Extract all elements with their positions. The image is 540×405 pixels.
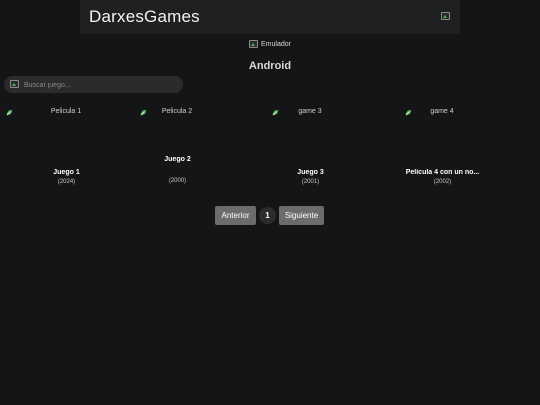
user-avatar-icon[interactable] xyxy=(441,12,450,20)
game-thumbnail[interactable]: game 4 xyxy=(382,108,502,118)
leaf-icon xyxy=(272,109,279,116)
thumbnail-alt-text: game 4 xyxy=(430,108,454,115)
pagination: Anterior 1 Siguiente xyxy=(0,206,540,226)
game-year: (2001) xyxy=(301,179,320,185)
emulator-label: Emulador xyxy=(261,40,291,48)
thumbnail-alt-text: game 3 xyxy=(298,108,322,115)
section-title: Android xyxy=(248,60,292,72)
emulator-icon xyxy=(249,40,259,48)
brand-title[interactable]: DarxesGames xyxy=(89,7,200,27)
game-card-3[interactable]: game 3 Juego 3 (2001) xyxy=(244,104,377,190)
search-bar[interactable] xyxy=(4,76,183,93)
thumbnail-alt-text: Pelicula 2 xyxy=(161,108,193,115)
game-title[interactable]: Juego 3 xyxy=(244,169,377,176)
search-icon xyxy=(10,80,19,88)
game-year: (2000) xyxy=(168,178,187,184)
leaf-icon xyxy=(405,109,412,116)
previous-page-button[interactable]: Anterior xyxy=(215,206,256,225)
game-card-4[interactable]: game 4 Película 4 con un no... (2002) xyxy=(376,104,509,190)
game-thumbnail[interactable]: game 3 xyxy=(250,108,370,118)
top-bar: DarxesGames xyxy=(80,0,460,34)
game-year: (2002) xyxy=(433,179,452,185)
search-input[interactable] xyxy=(22,78,176,93)
next-page-button[interactable]: Siguiente xyxy=(279,206,324,225)
game-card-2[interactable]: Pelicula 2 Juego 2 (2000) xyxy=(111,104,244,190)
game-title[interactable]: Juego 2 xyxy=(111,156,244,163)
leaf-icon xyxy=(6,109,13,116)
emulator-link[interactable]: Emulador xyxy=(0,40,540,48)
current-page-number[interactable]: 1 xyxy=(259,207,276,224)
leaf-icon xyxy=(140,109,147,116)
thumbnail-alt-text: Pelicula 1 xyxy=(50,108,82,115)
game-thumbnail[interactable]: Pelicula 2 xyxy=(117,108,237,118)
game-title[interactable]: Película 4 con un no... xyxy=(376,169,509,176)
game-thumbnail[interactable]: Pelicula 1 xyxy=(6,108,126,118)
